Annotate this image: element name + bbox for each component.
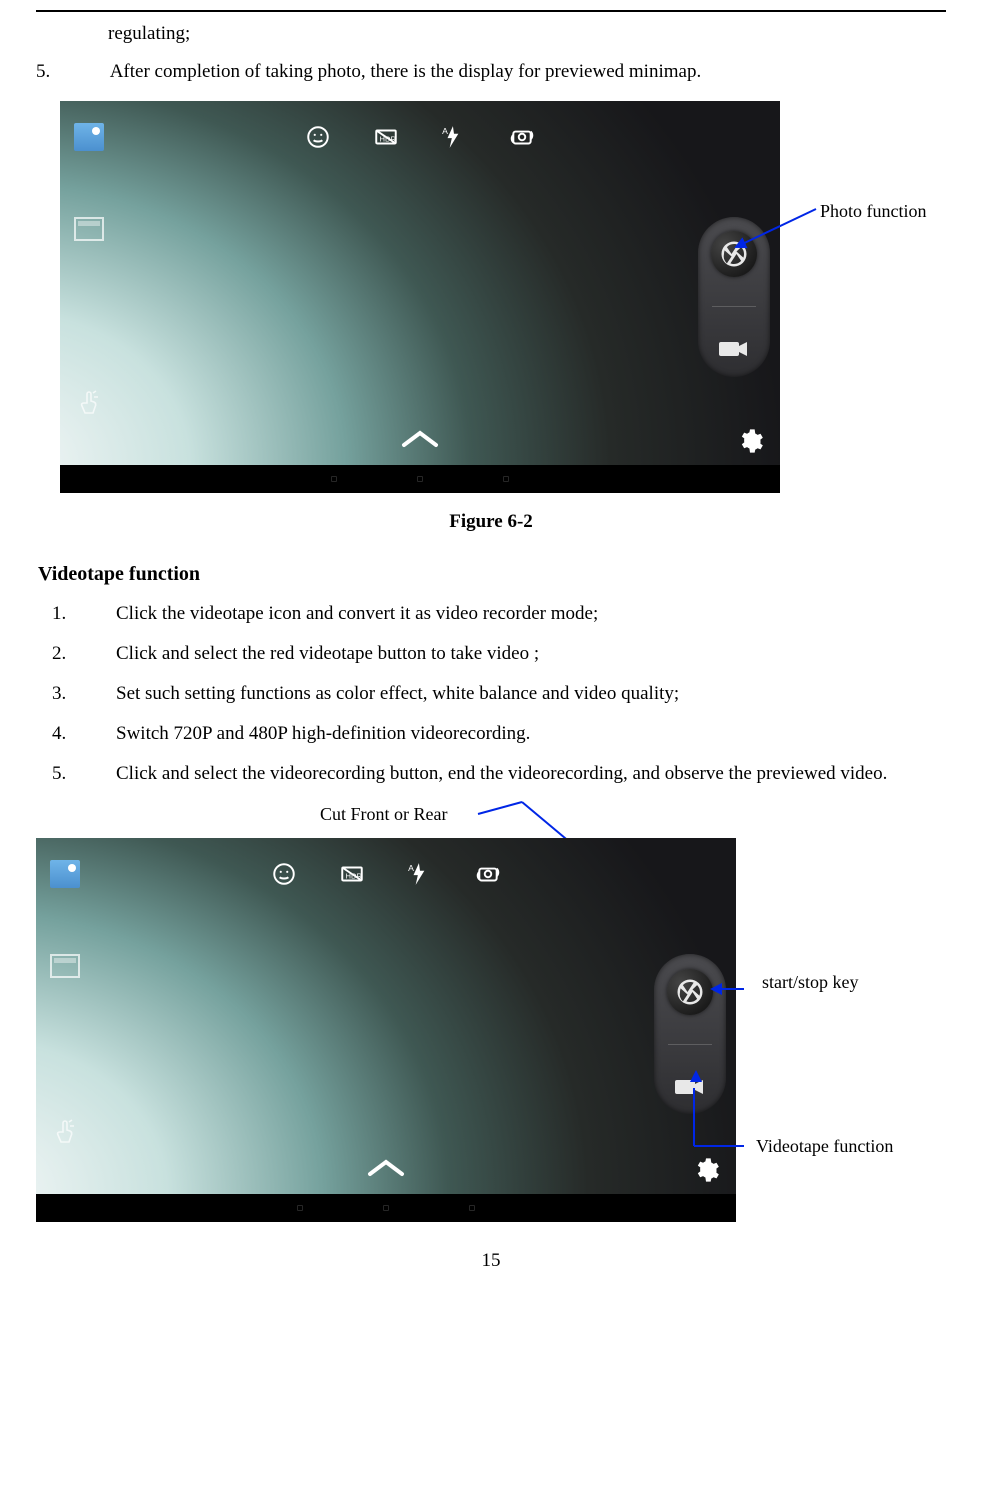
videotape-step-4: 4. Switch 720P and 480P high-definition … xyxy=(44,716,946,752)
chevron-up-icon[interactable] xyxy=(364,1156,408,1180)
side-panel-divider xyxy=(668,1044,712,1045)
callout-arrowhead xyxy=(690,1070,702,1092)
gesture-icon[interactable] xyxy=(76,389,102,419)
nav-dot xyxy=(297,1205,303,1211)
body-text-regulating: regulating; xyxy=(108,18,946,50)
face-icon[interactable] xyxy=(305,124,331,150)
shutter-button[interactable] xyxy=(667,969,713,1015)
camera-app-screenshot-1: HDR A xyxy=(60,101,780,493)
settings-gear-icon[interactable] xyxy=(736,427,764,455)
figure-caption: Figure 6-2 xyxy=(36,511,946,533)
switch-camera-icon[interactable] xyxy=(475,861,501,887)
hdr-icon[interactable]: HDR xyxy=(339,861,365,887)
page-top-rule xyxy=(36,10,946,12)
list-item-number: 2. xyxy=(52,636,66,672)
list-item-text: After completion of taking photo, there … xyxy=(110,61,702,82)
gallery-thumbnail-icon[interactable] xyxy=(74,123,104,151)
android-nav-bar xyxy=(60,465,780,493)
list-item-text: Switch 720P and 480P high-definition vid… xyxy=(116,723,530,744)
svg-text:HDR: HDR xyxy=(380,134,397,143)
callout-row-cut: Cut Front or Rear xyxy=(36,798,946,838)
aspect-ratio-icon[interactable] xyxy=(50,954,80,978)
aspect-ratio-icon[interactable] xyxy=(74,217,104,241)
video-mode-button[interactable] xyxy=(717,336,751,362)
android-nav-bar xyxy=(36,1194,736,1222)
hdr-icon[interactable]: HDR xyxy=(373,124,399,150)
callout-videotape-function: Videotape function xyxy=(756,1136,893,1157)
nav-dot xyxy=(417,476,423,482)
list-item-text: Click the videotape icon and convert it … xyxy=(116,603,598,624)
list-item-text: Click and select the red videotape butto… xyxy=(116,643,539,664)
settings-gear-icon[interactable] xyxy=(692,1156,720,1184)
list-item-text: Set such setting functions as color effe… xyxy=(116,683,679,704)
list-item-text: Click and select the videorecording butt… xyxy=(116,756,946,792)
section-heading-videotape: Videotape function xyxy=(38,563,946,586)
nav-dot xyxy=(331,476,337,482)
side-panel-divider xyxy=(712,306,756,307)
gallery-thumbnail-icon[interactable] xyxy=(50,860,80,888)
camera-app-screenshot-2: HDR A xyxy=(36,838,736,1222)
camera-top-toolbar: HDR A xyxy=(60,117,780,157)
list-item-number: 3. xyxy=(52,676,66,712)
callout-arrow xyxy=(690,1084,750,1160)
figure-6-2-wrap: HDR A xyxy=(60,101,946,493)
switch-camera-icon[interactable] xyxy=(509,124,535,150)
list-item-number: 4. xyxy=(52,716,66,752)
camera-top-toolbar: HDR A xyxy=(36,854,736,894)
flash-auto-icon[interactable]: A xyxy=(407,861,433,887)
gesture-icon[interactable] xyxy=(52,1118,78,1148)
svg-text:A: A xyxy=(442,125,448,135)
videotape-step-5: 5. Click and select the videorecording b… xyxy=(44,756,946,792)
svg-text:A: A xyxy=(408,863,414,873)
nav-dot xyxy=(503,476,509,482)
list-item-number: 1. xyxy=(52,596,66,632)
videotape-step-3: 3. Set such setting functions as color e… xyxy=(44,676,946,712)
nav-dot xyxy=(469,1205,475,1211)
flash-auto-icon[interactable]: A xyxy=(441,124,467,150)
callout-start-stop: start/stop key xyxy=(762,972,859,993)
figure-video-wrap: HDR A xyxy=(36,838,946,1222)
page-number: 15 xyxy=(36,1250,946,1272)
face-icon[interactable] xyxy=(271,861,297,887)
callout-cut-front-rear: Cut Front or Rear xyxy=(320,804,448,825)
nav-dot xyxy=(383,1205,389,1211)
chevron-up-icon[interactable] xyxy=(398,427,442,451)
list-item-5: 5. After completion of taking photo, the… xyxy=(44,56,946,88)
list-item-number: 5. xyxy=(76,56,106,88)
videotape-step-1: 1. Click the videotape icon and convert … xyxy=(44,596,946,632)
list-item-number: 5. xyxy=(52,756,66,792)
callout-arrow xyxy=(730,195,820,261)
callout-photo-function: Photo function xyxy=(820,201,927,222)
callout-arrow xyxy=(708,978,748,1000)
svg-text:HDR: HDR xyxy=(346,871,363,880)
videotape-step-2: 2. Click and select the red videotape bu… xyxy=(44,636,946,672)
